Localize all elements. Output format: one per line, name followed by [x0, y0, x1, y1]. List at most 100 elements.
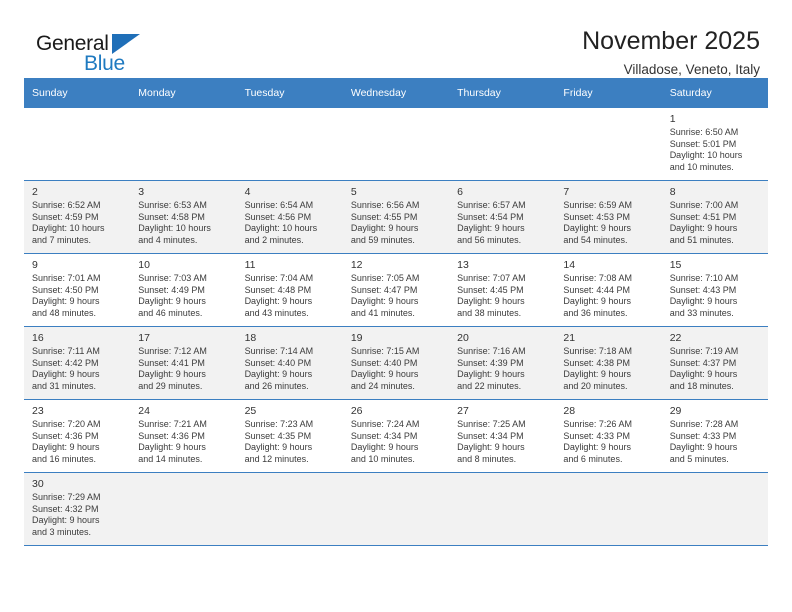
- sun-times-text: Sunrise: 6:50 AM Sunset: 5:01 PM Dayligh…: [669, 127, 743, 172]
- calendar-cell-inner: 21 Sunrise: 7:18 AM Sunset: 4:38 PM Dayli…: [555, 327, 661, 399]
- calendar-empty-cell: [555, 108, 662, 181]
- calendar-day-cell[interactable]: 23 Sunrise: 7:20 AM Sunset: 4:36 PM Dayli…: [24, 399, 131, 473]
- calendar-day-cell[interactable]: 29 Sunrise: 7:28 AM Sunset: 4:33 PM Dayli…: [661, 399, 768, 473]
- calendar-day-cell[interactable]: 18 Sunrise: 7:14 AM Sunset: 4:40 PM Dayli…: [236, 326, 343, 400]
- calendar-page: General Blue November 2025 Villadose, Ve…: [0, 0, 792, 612]
- calendar-day-cell[interactable]: 5 Sunrise: 6:56 AM Sunset: 4:55 PM Daylig…: [342, 180, 450, 254]
- calendar-cell-inner: 9 Sunrise: 7:01 AM Sunset: 4:50 PM Daylig…: [24, 254, 130, 326]
- calendar-day-cell[interactable]: 28 Sunrise: 7:26 AM Sunset: 4:33 PM Dayli…: [555, 399, 662, 473]
- sun-times-text: Sunrise: 6:53 AM Sunset: 4:58 PM Dayligh…: [138, 200, 211, 245]
- day-number: 2: [32, 186, 38, 198]
- calendar-day-cell[interactable]: 26 Sunrise: 7:24 AM Sunset: 4:34 PM Dayli…: [342, 399, 450, 473]
- calendar-cell-inner: 17 Sunrise: 7:12 AM Sunset: 4:41 PM Dayli…: [130, 327, 236, 399]
- sun-times-text: Sunrise: 7:03 AM Sunset: 4:49 PM Dayligh…: [138, 273, 207, 318]
- day-number: 16: [32, 332, 44, 344]
- day-number: 22: [669, 332, 682, 344]
- calendar-day-cell[interactable]: 7 Sunrise: 6:59 AM Sunset: 4:53 PM Daylig…: [555, 180, 662, 254]
- logo-triangle-icon: [112, 34, 140, 54]
- calendar-day-cell[interactable]: 1 Sunrise: 6:50 AM Sunset: 5:01 PM Daylig…: [661, 108, 768, 181]
- calendar-body: 1 Sunrise: 6:50 AM Sunset: 5:01 PM Daylig…: [24, 108, 768, 546]
- calendar-week-row: 2 Sunrise: 6:52 AM Sunset: 4:59 PM Daylig…: [24, 180, 768, 254]
- calendar-day-cell[interactable]: 4 Sunrise: 6:54 AM Sunset: 4:56 PM Daylig…: [236, 180, 343, 254]
- calendar-week-row: 16 Sunrise: 7:11 AM Sunset: 4:42 PM Dayli…: [24, 326, 768, 400]
- calendar-day-cell[interactable]: 24 Sunrise: 7:21 AM Sunset: 4:36 PM Dayli…: [130, 399, 237, 473]
- sun-times-text: Sunrise: 7:29 AM Sunset: 4:32 PM Dayligh…: [32, 492, 101, 537]
- calendar-cell-inner: 1 Sunrise: 6:50 AM Sunset: 5:01 PM Daylig…: [662, 108, 768, 180]
- sun-times-text: Sunrise: 7:05 AM Sunset: 4:47 PM Dayligh…: [350, 273, 420, 318]
- weekday-header-row: Sunday Monday Tuesday Wednesday Thursday…: [24, 78, 768, 108]
- calendar-day-cell[interactable]: 11 Sunrise: 7:04 AM Sunset: 4:48 PM Dayli…: [236, 253, 343, 327]
- calendar-cell-inner: 3 Sunrise: 6:53 AM Sunset: 4:58 PM Daylig…: [130, 181, 236, 253]
- sun-times-text: Sunrise: 7:15 AM Sunset: 4:40 PM Dayligh…: [350, 346, 420, 391]
- calendar-empty-cell: [449, 472, 556, 546]
- calendar-empty-cell: [24, 108, 131, 181]
- calendar-cell-inner: 13 Sunrise: 7:07 AM Sunset: 4:45 PM Dayli…: [449, 254, 555, 326]
- sun-times-text: Sunrise: 7:21 AM Sunset: 4:36 PM Dayligh…: [138, 419, 207, 464]
- day-number: 3: [138, 186, 145, 198]
- calendar-day-cell[interactable]: 16 Sunrise: 7:11 AM Sunset: 4:42 PM Dayli…: [24, 326, 131, 400]
- sun-times-text: Sunrise: 7:20 AM Sunset: 4:36 PM Dayligh…: [32, 419, 101, 464]
- calendar-empty-cell: [555, 472, 662, 546]
- calendar-day-cell[interactable]: 3 Sunrise: 6:53 AM Sunset: 4:58 PM Daylig…: [130, 180, 237, 254]
- calendar-day-cell[interactable]: 30 Sunrise: 7:29 AM Sunset: 4:32 PM Dayli…: [24, 472, 131, 546]
- calendar-day-cell[interactable]: 25 Sunrise: 7:23 AM Sunset: 4:35 PM Dayli…: [236, 399, 343, 473]
- calendar-empty-cell: [661, 472, 768, 546]
- sun-times-text: Sunrise: 7:26 AM Sunset: 4:33 PM Dayligh…: [563, 419, 632, 464]
- day-number: 23: [32, 405, 44, 417]
- calendar-day-cell[interactable]: 8 Sunrise: 7:00 AM Sunset: 4:51 PM Daylig…: [661, 180, 768, 254]
- calendar-cell-inner: 19 Sunrise: 7:15 AM Sunset: 4:40 PM Dayli…: [343, 327, 449, 399]
- weekday-header-monday: Monday: [130, 78, 237, 108]
- calendar-day-cell[interactable]: 10 Sunrise: 7:03 AM Sunset: 4:49 PM Dayli…: [130, 253, 237, 327]
- title-block: November 2025 Villadose, Veneto, Italy: [582, 26, 768, 80]
- calendar-cell-inner: 14 Sunrise: 7:08 AM Sunset: 4:44 PM Dayli…: [555, 254, 661, 326]
- calendar-day-cell[interactable]: 17 Sunrise: 7:12 AM Sunset: 4:41 PM Dayli…: [130, 326, 237, 400]
- calendar-week-row: 23 Sunrise: 7:20 AM Sunset: 4:36 PM Dayli…: [24, 399, 768, 473]
- sun-times-text: Sunrise: 7:04 AM Sunset: 4:48 PM Dayligh…: [244, 273, 314, 318]
- weekday-header-friday: Friday: [555, 78, 662, 108]
- calendar-empty-cell: [130, 108, 237, 181]
- weekday-header-wednesday: Wednesday: [342, 78, 450, 108]
- day-number: 13: [457, 259, 469, 271]
- calendar-day-cell[interactable]: 19 Sunrise: 7:15 AM Sunset: 4:40 PM Dayli…: [342, 326, 450, 400]
- sun-times-text: Sunrise: 7:10 AM Sunset: 4:43 PM Dayligh…: [669, 273, 739, 318]
- calendar-day-cell[interactable]: 6 Sunrise: 6:57 AM Sunset: 4:54 PM Daylig…: [449, 180, 556, 254]
- weekday-header-tuesday: Tuesday: [236, 78, 343, 108]
- day-number: 10: [138, 259, 150, 271]
- calendar-day-cell[interactable]: 12 Sunrise: 7:05 AM Sunset: 4:47 PM Dayli…: [342, 253, 450, 327]
- calendar-cell-inner: [24, 108, 130, 180]
- day-number: 12: [350, 259, 363, 271]
- sun-times-text: Sunrise: 7:18 AM Sunset: 4:38 PM Dayligh…: [563, 346, 632, 391]
- day-number: 7: [563, 186, 570, 198]
- day-number: 21: [563, 332, 576, 344]
- day-number: 1: [669, 113, 676, 125]
- calendar-cell-inner: [343, 473, 449, 545]
- calendar-cell-inner: 7 Sunrise: 6:59 AM Sunset: 4:53 PM Daylig…: [555, 181, 661, 253]
- calendar-cell-inner: 10 Sunrise: 7:03 AM Sunset: 4:49 PM Dayli…: [130, 254, 236, 326]
- calendar-cell-inner: 12 Sunrise: 7:05 AM Sunset: 4:47 PM Dayli…: [343, 254, 449, 326]
- calendar-empty-cell: [342, 472, 450, 546]
- sun-times-text: Sunrise: 6:56 AM Sunset: 4:55 PM Dayligh…: [350, 200, 420, 245]
- calendar-day-cell[interactable]: 9 Sunrise: 7:01 AM Sunset: 4:50 PM Daylig…: [24, 253, 131, 327]
- sun-times-text: Sunrise: 7:07 AM Sunset: 4:45 PM Dayligh…: [457, 273, 526, 318]
- weekday-header-saturday: Saturday: [661, 78, 768, 108]
- sun-times-text: Sunrise: 6:52 AM Sunset: 4:59 PM Dayligh…: [32, 200, 105, 245]
- day-number: 17: [138, 332, 150, 344]
- calendar-cell-inner: [555, 473, 661, 545]
- calendar-day-cell[interactable]: 15 Sunrise: 7:10 AM Sunset: 4:43 PM Dayli…: [661, 253, 768, 327]
- day-number: 20: [457, 332, 469, 344]
- day-number: 27: [457, 405, 469, 417]
- calendar-day-cell[interactable]: 14 Sunrise: 7:08 AM Sunset: 4:44 PM Dayli…: [555, 253, 662, 327]
- calendar-day-cell[interactable]: 27 Sunrise: 7:25 AM Sunset: 4:34 PM Dayli…: [449, 399, 556, 473]
- calendar-day-cell[interactable]: 22 Sunrise: 7:19 AM Sunset: 4:37 PM Dayli…: [661, 326, 768, 400]
- logo-text-blue: Blue: [84, 52, 125, 75]
- calendar-day-cell[interactable]: 13 Sunrise: 7:07 AM Sunset: 4:45 PM Dayli…: [449, 253, 556, 327]
- calendar-day-cell[interactable]: 2 Sunrise: 6:52 AM Sunset: 4:59 PM Daylig…: [24, 180, 131, 254]
- calendar-day-cell[interactable]: 21 Sunrise: 7:18 AM Sunset: 4:38 PM Dayli…: [555, 326, 662, 400]
- sun-times-text: Sunrise: 7:16 AM Sunset: 4:39 PM Dayligh…: [457, 346, 526, 391]
- day-number: 29: [669, 405, 682, 417]
- page-header: General Blue November 2025 Villadose, Ve…: [24, 0, 768, 77]
- page-title: November 2025: [582, 27, 760, 55]
- calendar-cell-inner: 4 Sunrise: 6:54 AM Sunset: 4:56 PM Daylig…: [237, 181, 343, 253]
- calendar-day-cell[interactable]: 20 Sunrise: 7:16 AM Sunset: 4:39 PM Dayli…: [449, 326, 556, 400]
- calendar-empty-cell: [236, 108, 343, 181]
